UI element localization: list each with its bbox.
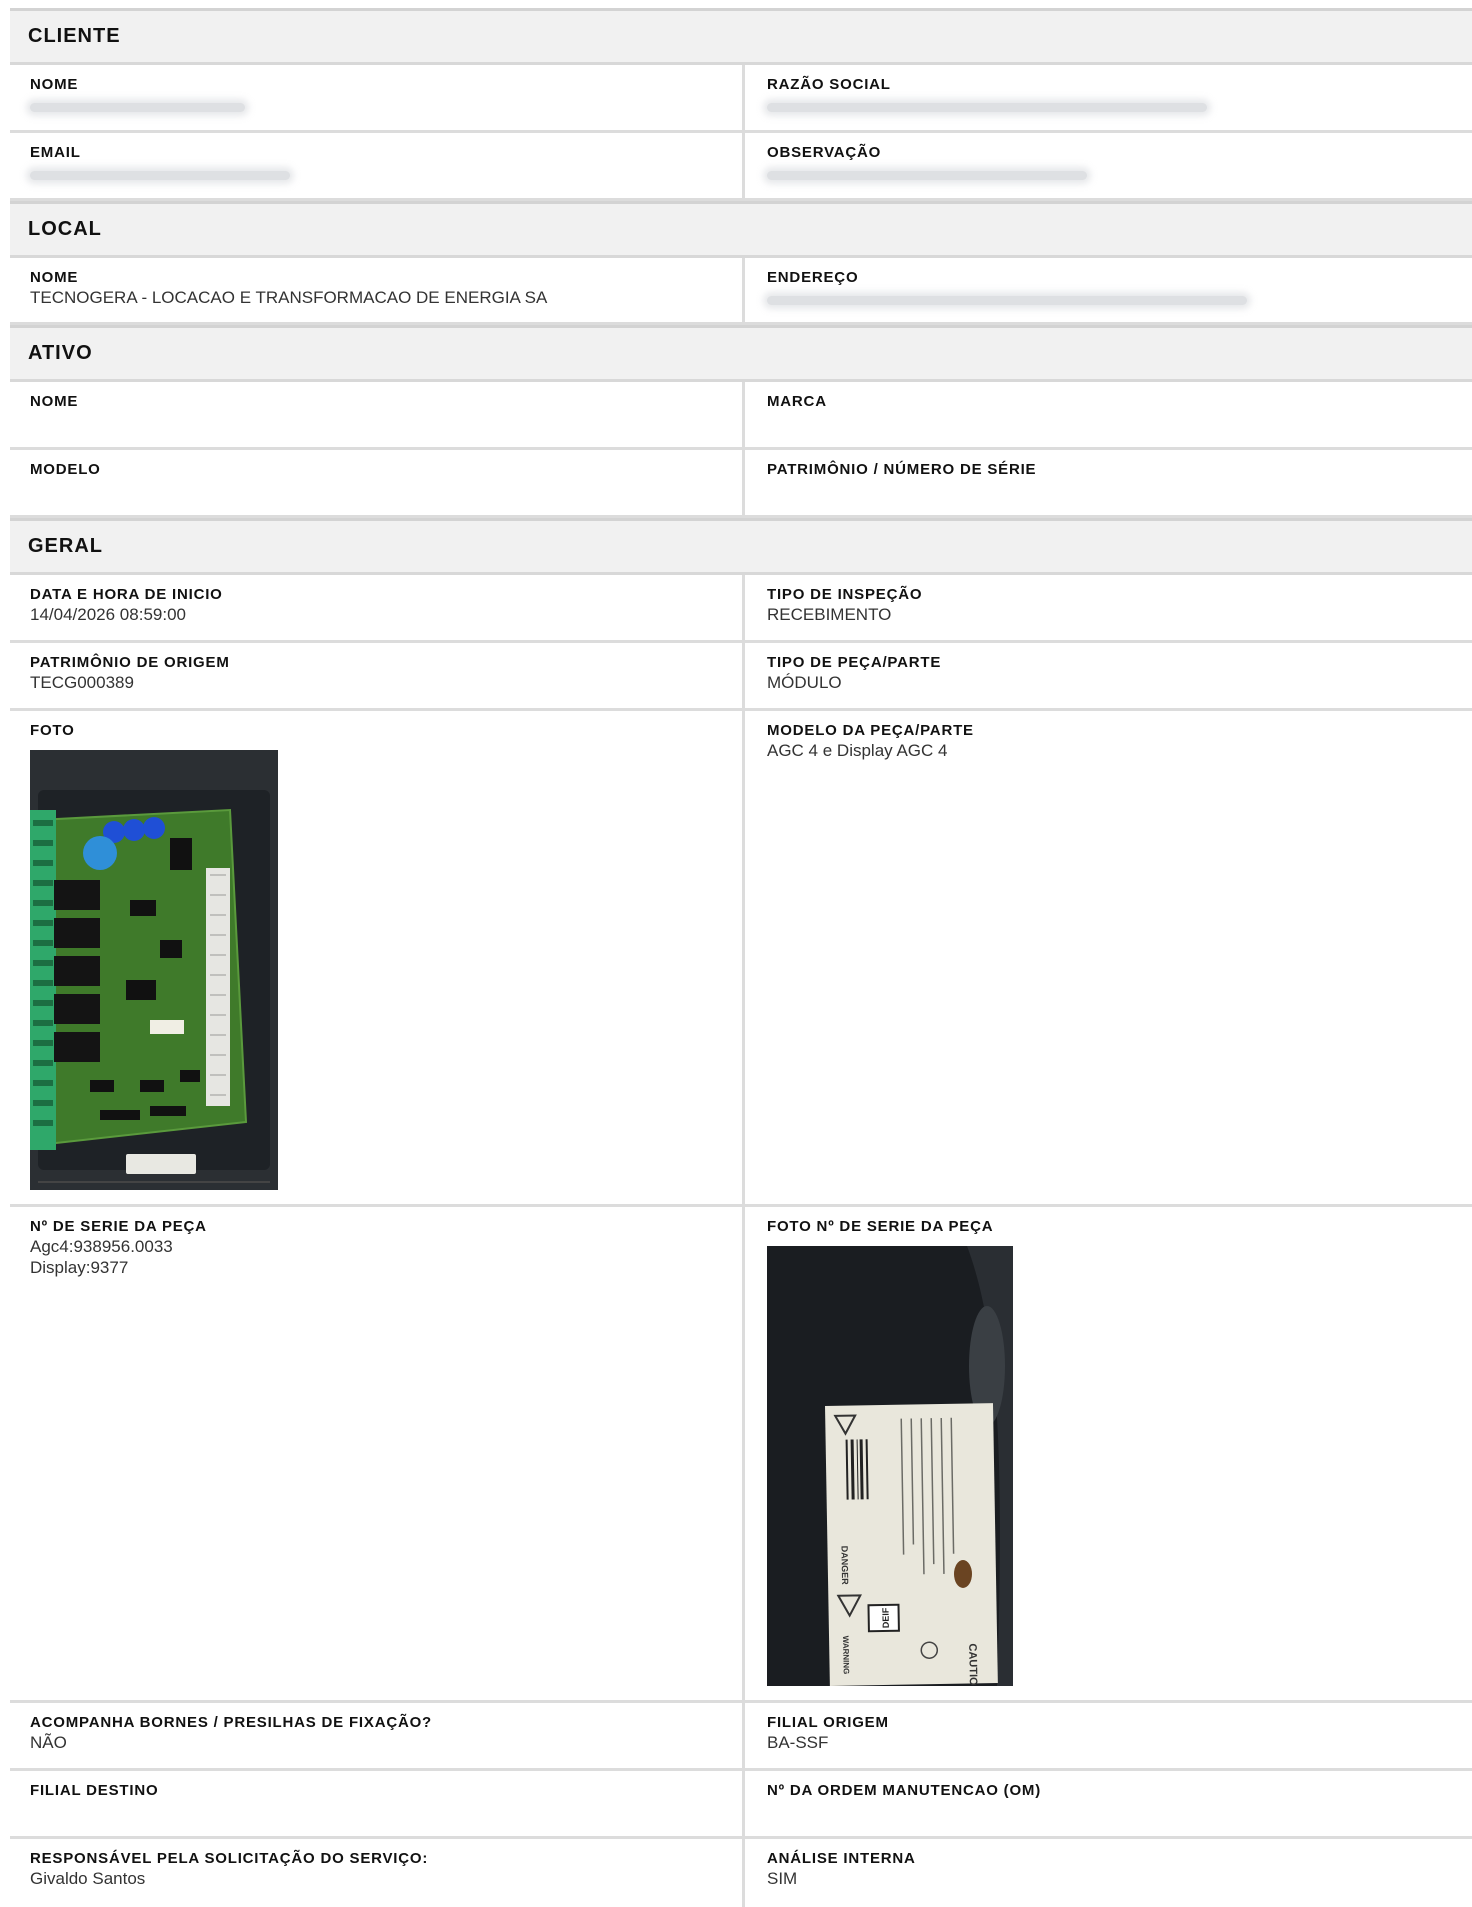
inspection-report: CLIENTE NOME RAZÃO SOCIAL EMAIL OBSERVAÇ…	[10, 8, 1472, 1907]
redacted-value	[30, 103, 245, 112]
field-data-inicio: DATA E HORA DE INICIO 14/04/2026 08:59:0…	[10, 575, 745, 640]
section-header-ativo: ATIVO	[10, 325, 1472, 382]
row-ativo-modelo: MODELO PATRIMÔNIO / NÚMERO DE SÉRIE	[10, 450, 1472, 518]
field-label: EMAIL	[30, 144, 81, 161]
field-modelo: MODELO	[10, 450, 745, 515]
field-bornes: ACOMPANHA BORNES / PRESILHAS DE FIXAÇÃO?…	[10, 1703, 745, 1768]
row-geral-foto: FOTO MODELO DA PEÇA/PARTE AGC 4 e Displa…	[10, 711, 1472, 1207]
section-header-local: LOCAL	[10, 201, 1472, 258]
circuit-board-image	[30, 750, 278, 1190]
field-value: RECEBIMENTO	[767, 605, 892, 624]
field-label: PATRIMÔNIO / NÚMERO DE SÉRIE	[767, 461, 1037, 478]
field-value: 14/04/2026 08:59:00	[30, 605, 186, 624]
row-cliente-email: EMAIL OBSERVAÇÃO	[10, 133, 1472, 201]
label-warning-text: WARNING	[841, 1636, 851, 1675]
field-label: Nº DE SERIE DA PEÇA	[30, 1218, 207, 1235]
field-serie-peca: Nº DE SERIE DA PEÇA Agc4:938956.0033 Dis…	[10, 1207, 745, 1700]
circuit-board-photo[interactable]	[30, 750, 742, 1190]
field-cliente-nome: NOME	[10, 65, 745, 130]
field-value: TECNOGERA - LOCACAO E TRANSFORMACAO DE E…	[30, 288, 548, 307]
field-foto: FOTO	[10, 711, 745, 1204]
field-tipo-inspecao: TIPO DE INSPEÇÃO RECEBIMENTO	[745, 575, 1472, 640]
field-analise-interna: ANÁLISE INTERNA SIM	[745, 1839, 1472, 1907]
field-label: OBSERVAÇÃO	[767, 144, 882, 161]
field-label: TIPO DE INSPEÇÃO	[767, 586, 923, 603]
field-ordem-manutencao: Nº DA ORDEM MANUTENCAO (OM)	[745, 1771, 1472, 1836]
row-local: NOME TECNOGERA - LOCACAO E TRANSFORMACAO…	[10, 258, 1472, 325]
row-geral-patrimonio: PATRIMÔNIO DE ORIGEM TECG000389 TIPO DE …	[10, 643, 1472, 711]
field-responsavel: RESPONSÁVEL PELA SOLICITAÇÃO DO SERVIÇO:…	[10, 1839, 745, 1907]
field-label: ACOMPANHA BORNES / PRESILHAS DE FIXAÇÃO?	[30, 1714, 433, 1731]
redacted-value	[767, 171, 1087, 180]
row-geral-filial: FILIAL DESTINO Nº DA ORDEM MANUTENCAO (O…	[10, 1771, 1472, 1839]
row-cliente-nome: NOME RAZÃO SOCIAL	[10, 65, 1472, 133]
redacted-value	[767, 103, 1207, 112]
row-geral-bornes: ACOMPANHA BORNES / PRESILHAS DE FIXAÇÃO?…	[10, 1703, 1472, 1771]
field-ativo-nome: NOME	[10, 382, 745, 447]
label-caution-text: CAUTION	[966, 1643, 979, 1686]
field-filial-origem: FILIAL ORIGEM BA-SSF	[745, 1703, 1472, 1768]
field-value: BA-SSF	[767, 1733, 829, 1752]
field-value: NÃO	[30, 1733, 67, 1752]
label-brand-text: DEIF	[881, 1607, 891, 1628]
field-label: NOME	[30, 269, 79, 286]
row-geral-responsavel: RESPONSÁVEL PELA SOLICITAÇÃO DO SERVIÇO:…	[10, 1839, 1472, 1907]
field-label: Nº DA ORDEM MANUTENCAO (OM)	[767, 1782, 1041, 1799]
field-label: FILIAL DESTINO	[30, 1782, 159, 1799]
field-foto-serie-peca: FOTO Nº DE SERIE DA PEÇA DEIF CAUTION DA…	[745, 1207, 1472, 1700]
field-filial-destino: FILIAL DESTINO	[10, 1771, 745, 1836]
field-label: MARCA	[767, 393, 827, 410]
field-email: EMAIL	[10, 133, 745, 198]
field-local-nome: NOME TECNOGERA - LOCACAO E TRANSFORMACAO…	[10, 258, 745, 322]
field-label: RAZÃO SOCIAL	[767, 76, 891, 93]
field-value: MÓDULO	[767, 673, 842, 692]
row-geral-serie: Nº DE SERIE DA PEÇA Agc4:938956.0033 Dis…	[10, 1207, 1472, 1703]
section-header-geral: GERAL	[10, 518, 1472, 575]
field-tipo-peca: TIPO DE PEÇA/PARTE MÓDULO	[745, 643, 1472, 708]
field-endereco: ENDEREÇO	[745, 258, 1472, 322]
field-label: ENDEREÇO	[767, 269, 859, 286]
section-header-cliente: CLIENTE	[10, 8, 1472, 65]
field-value: AGC 4 e Display AGC 4	[767, 741, 948, 760]
field-label: ANÁLISE INTERNA	[767, 1850, 916, 1867]
field-label: DATA E HORA DE INICIO	[30, 586, 223, 603]
field-label: PATRIMÔNIO DE ORIGEM	[30, 654, 230, 671]
row-geral-data: DATA E HORA DE INICIO 14/04/2026 08:59:0…	[10, 575, 1472, 643]
field-label: NOME	[30, 393, 79, 410]
field-value: Givaldo Santos	[30, 1869, 146, 1888]
field-value: Agc4:938956.0033 Display:9377	[30, 1237, 173, 1277]
field-label: NOME	[30, 76, 79, 93]
field-value: TECG000389	[30, 673, 134, 692]
field-value: SIM	[767, 1869, 798, 1888]
field-label: RESPONSÁVEL PELA SOLICITAÇÃO DO SERVIÇO:	[30, 1850, 429, 1867]
row-ativo-nome: NOME MARCA	[10, 382, 1472, 450]
field-label: MODELO DA PEÇA/PARTE	[767, 722, 974, 739]
field-patrimonio-origem: PATRIMÔNIO DE ORIGEM TECG000389	[10, 643, 745, 708]
field-label: TIPO DE PEÇA/PARTE	[767, 654, 942, 671]
field-razao-social: RAZÃO SOCIAL	[745, 65, 1472, 130]
field-observacao: OBSERVAÇÃO	[745, 133, 1472, 198]
field-label: FOTO Nº DE SERIE DA PEÇA	[767, 1218, 994, 1235]
label-danger-text: DANGER	[839, 1546, 850, 1586]
redacted-value	[30, 171, 290, 180]
field-modelo-peca: MODELO DA PEÇA/PARTE AGC 4 e Display AGC…	[745, 711, 1472, 1204]
field-label: FILIAL ORIGEM	[767, 1714, 889, 1731]
serial-label-image: DEIF CAUTION DANGER WARNING	[767, 1246, 1013, 1686]
field-label: FOTO	[30, 722, 75, 739]
field-marca: MARCA	[745, 382, 1472, 447]
serial-label-photo[interactable]: DEIF CAUTION DANGER WARNING	[767, 1246, 1472, 1686]
field-patrimonio-serie: PATRIMÔNIO / NÚMERO DE SÉRIE	[745, 450, 1472, 515]
redacted-value	[767, 296, 1247, 305]
field-label: MODELO	[30, 461, 101, 478]
